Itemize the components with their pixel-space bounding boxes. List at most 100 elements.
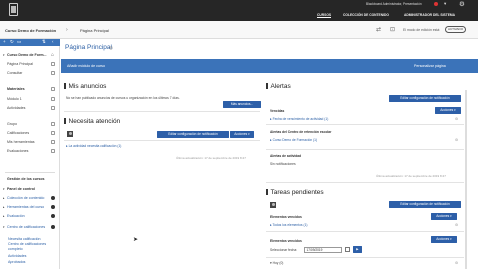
item-options-icon[interactable] bbox=[51, 122, 55, 126]
blackboard-logo-icon[interactable] bbox=[9, 3, 18, 16]
item-options-icon[interactable]: ⚙ bbox=[455, 223, 458, 227]
item-options-icon[interactable] bbox=[51, 149, 55, 153]
edit-mode-toggle[interactable]: ACTIVADO bbox=[445, 26, 466, 33]
go-button[interactable]: ▶ bbox=[353, 246, 362, 253]
divider bbox=[266, 124, 464, 125]
expand-icon[interactable]: ⇅ bbox=[42, 39, 46, 45]
divider bbox=[266, 231, 464, 232]
sidebar-item-home[interactable]: Página Principal bbox=[7, 62, 33, 66]
course-menu-title[interactable]: Curso Demo de Form... bbox=[7, 53, 47, 57]
calendar-icon[interactable] bbox=[345, 247, 350, 252]
announcements-title: Mis anuncios bbox=[64, 83, 106, 90]
collapse-arrow-icon[interactable]: ▾ bbox=[3, 187, 5, 191]
add-menu-item-icon[interactable]: + bbox=[3, 39, 6, 44]
grade-center-activities[interactable]: Actividades bbox=[8, 254, 26, 258]
retention-item[interactable]: ▸ Curso Demo de Formación (1) bbox=[270, 138, 317, 142]
expand-arrow-icon[interactable]: ▸ bbox=[3, 205, 5, 209]
item-options-icon[interactable] bbox=[51, 214, 55, 218]
item-options-icon[interactable] bbox=[51, 97, 55, 101]
control-panel-title[interactable]: Panel de control bbox=[7, 187, 35, 191]
sidebar-item-grades[interactable]: Calificaciones bbox=[7, 131, 29, 135]
needs-attention-title-text: Necesita atención bbox=[68, 118, 121, 125]
main-content: Página Principal ◎ Añadir módulo de curs… bbox=[61, 39, 478, 269]
overdue-item[interactable]: ▸ Fecha de vencimiento de actividad (1) bbox=[270, 117, 328, 121]
student-preview-icon[interactable]: ⇄ bbox=[376, 26, 381, 33]
item-options-icon[interactable] bbox=[51, 131, 55, 135]
scrollbar[interactable] bbox=[465, 90, 467, 269]
page-action-bar: Añadir módulo de curso Personalizar pági… bbox=[61, 59, 478, 73]
actions-button-label: Acciones bbox=[436, 214, 450, 218]
divider bbox=[5, 172, 55, 173]
sidebar-item-group[interactable]: Grupo bbox=[7, 122, 17, 126]
announcements-title-text: Mis anuncios bbox=[68, 83, 107, 90]
item-options-icon[interactable] bbox=[51, 140, 55, 144]
edit-notification-settings-button[interactable]: Editar configuración de notificación bbox=[389, 95, 461, 102]
gear-icon[interactable]: ⚙ bbox=[459, 0, 465, 8]
expand-arrow-icon[interactable]: ▸ bbox=[3, 196, 5, 200]
needs-grading-count: (1) bbox=[117, 144, 122, 148]
collapse-menu-icon[interactable]: ‹ bbox=[52, 39, 54, 44]
alerts-updated: Última actualización: 17 de septiembre d… bbox=[376, 174, 446, 178]
tab-system-admin[interactable]: ADMINISTRADOR DEL SISTEMA bbox=[404, 13, 455, 17]
divider bbox=[266, 182, 464, 183]
item-options-icon[interactable] bbox=[51, 71, 55, 75]
notification-flag-icon[interactable] bbox=[434, 2, 438, 6]
panel-item-course-tools[interactable]: Herramientas del curso bbox=[7, 205, 44, 209]
mouse-cursor-icon: ➤ bbox=[133, 237, 139, 243]
retention-item-label: Curso Demo de Formación bbox=[272, 138, 313, 142]
sidebar-item-activities[interactable]: Actividades bbox=[7, 106, 25, 110]
management-title: Gestión de los cursos bbox=[7, 177, 45, 181]
needs-grading-item[interactable]: ▸ La actividad necesita calificación (1) bbox=[66, 144, 121, 148]
refresh-icon[interactable]: ↻ bbox=[10, 39, 14, 45]
actions-button[interactable]: Acciones ▾ bbox=[230, 131, 254, 138]
divider bbox=[64, 140, 260, 141]
sidebar-item-module-1[interactable]: Módulo 1 bbox=[7, 97, 22, 101]
tasks-title-text: Tareas pendientes bbox=[270, 189, 324, 196]
actions-button[interactable]: Acciones ▾ bbox=[435, 107, 461, 114]
panel-item-content-collection[interactable]: Colección de contenido bbox=[7, 196, 44, 200]
actions-button[interactable]: Acciones ▾ bbox=[431, 213, 457, 220]
grade-center-full[interactable]: Centro de calificaciones completo bbox=[8, 242, 52, 251]
actions-button[interactable]: Acciones ▾ bbox=[431, 236, 457, 243]
grade-center-approved[interactable]: Aprobados bbox=[8, 260, 25, 264]
sidebar-item-materials[interactable]: Materiales bbox=[7, 87, 25, 91]
actions-button-label: Acciones bbox=[234, 132, 248, 136]
breadcrumb-page: Página Principal bbox=[80, 28, 109, 33]
item-options-icon[interactable]: ⚙ bbox=[455, 261, 458, 265]
home-icon[interactable]: ⌂ bbox=[51, 52, 54, 58]
expand-arrow-icon[interactable]: ▸ bbox=[3, 214, 5, 218]
more-announcements-button[interactable]: Más anuncios... bbox=[223, 101, 261, 108]
sidebar-item-consult[interactable]: Consultar bbox=[7, 71, 22, 75]
panel-item-grade-center[interactable]: Centro de calificaciones bbox=[7, 225, 49, 230]
fullscreen-icon[interactable]: ⊡ bbox=[390, 26, 395, 33]
item-options-icon[interactable] bbox=[51, 225, 55, 229]
sidebar-item-my-tools[interactable]: Mis herramientas bbox=[7, 140, 35, 144]
edit-notification-settings-button[interactable]: Editar configuración de notificación bbox=[389, 201, 461, 208]
add-module-button[interactable]: Añadir módulo de curso bbox=[67, 64, 105, 68]
item-options-icon[interactable] bbox=[51, 196, 55, 200]
page-options-icon[interactable]: ◎ bbox=[109, 45, 113, 51]
sidebar-item-evaluations[interactable]: Evaluaciones bbox=[7, 149, 28, 153]
user-name[interactable]: Blackboard Administrator, Presentación bbox=[366, 2, 422, 6]
item-options-icon[interactable] bbox=[51, 87, 55, 91]
panel-item-evaluation[interactable]: Evaluación bbox=[7, 214, 25, 218]
item-options-icon[interactable] bbox=[51, 205, 55, 209]
user-menu-icon[interactable]: ▾ bbox=[444, 1, 446, 7]
breadcrumb: Curso Demo de Formación › Página Princip… bbox=[0, 21, 478, 39]
customize-page-button[interactable]: Personalizar página bbox=[414, 64, 446, 68]
item-options-icon[interactable] bbox=[51, 62, 55, 66]
tab-content-collection[interactable]: COLECCIÓN DE CONTENIDO bbox=[343, 13, 389, 17]
all-items[interactable]: ▸ Todos los elementos (1) bbox=[270, 223, 308, 227]
tab-courses[interactable]: CURSOS bbox=[317, 13, 332, 18]
item-options-icon[interactable]: ⚙ bbox=[455, 117, 458, 121]
item-options-icon[interactable]: ⚙ bbox=[455, 138, 458, 142]
collapse-arrow-icon[interactable]: ▾ bbox=[3, 225, 5, 229]
today-item[interactable]: ▾ Hoy (0) bbox=[270, 261, 283, 265]
collapse-arrow-icon[interactable]: ▾ bbox=[3, 53, 5, 57]
folder-view-icon[interactable]: ▭ bbox=[17, 39, 21, 45]
grade-center-needs-grading[interactable]: Necesita calificación bbox=[8, 237, 41, 241]
edit-notification-settings-button[interactable]: Editar configuración de notificación bbox=[157, 131, 229, 138]
breadcrumb-course[interactable]: Curso Demo de Formación bbox=[5, 28, 56, 33]
item-options-icon[interactable] bbox=[51, 106, 55, 110]
date-input[interactable]: 17/09/2019 bbox=[304, 247, 342, 253]
